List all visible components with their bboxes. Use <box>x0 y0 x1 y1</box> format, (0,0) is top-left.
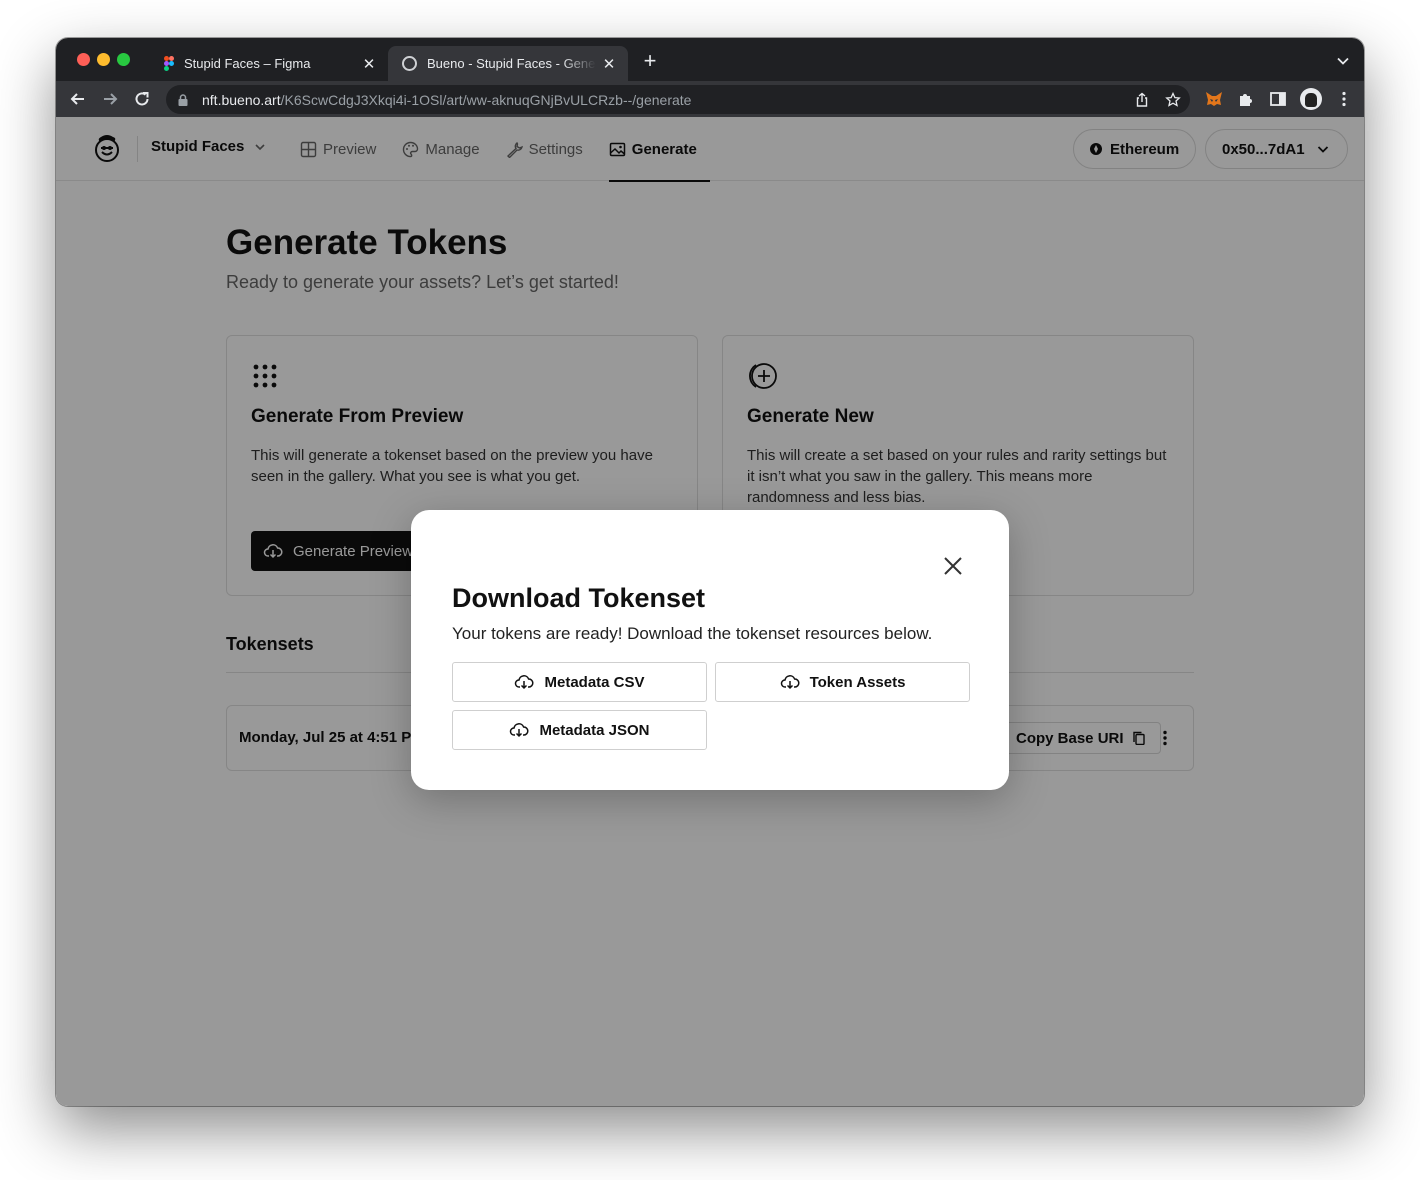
browser-tab-bueno[interactable]: Bueno - Stupid Faces - Generate ✕ <box>388 46 628 81</box>
tab-close-icon[interactable]: ✕ <box>596 55 622 73</box>
tab-title: Stupid Faces – Figma <box>184 56 311 71</box>
close-icon[interactable] <box>941 554 965 578</box>
metamask-icon[interactable] <box>1204 89 1224 109</box>
page: Stupid Faces Preview Manage Settings Gen… <box>56 117 1364 1106</box>
reload-icon[interactable] <box>132 89 152 109</box>
maximize-window-button[interactable] <box>117 53 130 66</box>
browser-window: Stupid Faces – Figma ✕ Bueno - Stupid Fa… <box>56 38 1364 1106</box>
profile-avatar[interactable] <box>1300 88 1322 110</box>
url-host: nft.bueno.art <box>202 91 281 108</box>
metadata-json-button[interactable]: Metadata JSON <box>452 710 707 750</box>
tab-strip: Stupid Faces – Figma ✕ Bueno - Stupid Fa… <box>56 38 1364 81</box>
minimize-window-button[interactable] <box>97 53 110 66</box>
extensions-icon[interactable] <box>1236 89 1256 109</box>
bookmark-star-icon[interactable] <box>1165 92 1181 108</box>
tab-title: Bueno - Stupid Faces - Generate <box>427 56 596 71</box>
modal-title: Download Tokenset <box>452 583 706 613</box>
lock-icon <box>178 93 188 106</box>
download-tokenset-modal: Download Tokenset Your tokens are ready!… <box>411 510 1009 790</box>
token-assets-button[interactable]: Token Assets <box>715 662 970 702</box>
bueno-icon <box>402 56 417 71</box>
button-label: Token Assets <box>809 673 906 691</box>
figma-icon <box>164 56 174 71</box>
new-tab-icon[interactable]: + <box>640 50 660 72</box>
browser-tab-figma[interactable]: Stupid Faces – Figma ✕ <box>152 46 388 81</box>
button-label: Metadata CSV <box>544 673 645 691</box>
cloud-download-icon <box>515 675 535 690</box>
tab-close-icon[interactable]: ✕ <box>356 55 382 73</box>
side-panel-icon[interactable] <box>1268 89 1288 109</box>
url-text: nft.bueno.art/K6ScwCdgJ3Xkqi4i-1OSl/art/… <box>202 92 691 108</box>
metadata-csv-button[interactable]: Metadata CSV <box>452 662 707 702</box>
url-path: /K6ScwCdgJ3Xkqi4i-1OSl/art/ww-aknuqGNjBv… <box>280 91 692 108</box>
button-label: Metadata JSON <box>539 721 650 739</box>
address-bar[interactable]: nft.bueno.art/K6ScwCdgJ3Xkqi4i-1OSl/art/… <box>166 85 1190 114</box>
back-icon[interactable] <box>68 89 88 109</box>
browser-menu-icon[interactable] <box>1334 89 1354 109</box>
modal-subtitle: Your tokens are ready! Download the toke… <box>452 624 933 643</box>
browser-toolbar: nft.bueno.art/K6ScwCdgJ3Xkqi4i-1OSl/art/… <box>56 81 1364 117</box>
tab-search-icon[interactable] <box>1336 54 1350 68</box>
close-window-button[interactable] <box>77 53 90 66</box>
forward-icon[interactable] <box>100 89 120 109</box>
cloud-download-icon <box>780 675 800 690</box>
cloud-download-icon <box>510 723 530 738</box>
share-icon[interactable] <box>1134 92 1150 108</box>
